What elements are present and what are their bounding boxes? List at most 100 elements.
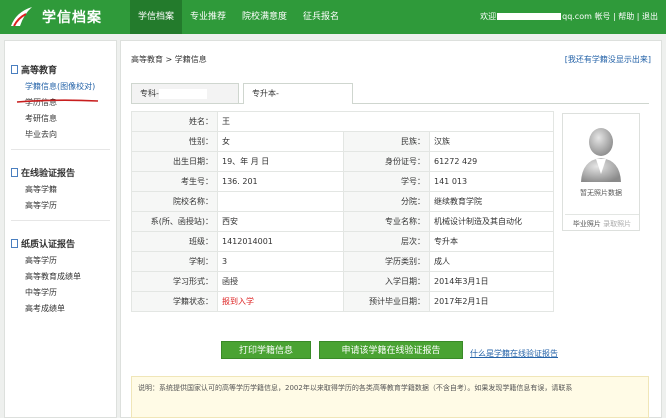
field-value: 西安: [217, 211, 344, 232]
tab-junior-college[interactable]: 专科-: [131, 83, 239, 103]
user-area: 欢迎 qq.com 帐号 | 帮助 | 退出: [480, 12, 658, 21]
main-content: 高等教育 > 学籍信息 [我还有学籍没显示出来] 专科- 专升本- 姓名：王性别…: [120, 40, 662, 418]
student-info-rows: 姓名：王性别：女民族： 汉族 出生日期： 19、年 月 日身份证号： 61272 429…: [131, 111, 555, 312]
field-label: 班级：: [131, 231, 218, 252]
annotation-underline: [16, 99, 99, 103]
field-value: 汉族: [428, 131, 555, 152]
nav-item-major-recommend[interactable]: 专业推荐: [182, 0, 234, 34]
field-value: 函授: [217, 271, 344, 292]
table-row: 出生日期： 19、年 月 日身份证号： 61272 429: [131, 151, 555, 172]
field-label: 考生号：: [131, 171, 218, 192]
photo-panel: 暂无照片数据 毕业照片 录取照片: [562, 113, 640, 231]
table-row: 系(所、函授站)： 西安 专业名称： 机械设计制造及其自动化: [131, 211, 555, 232]
sidebar: 高等教育 学籍信息(图像校对) 学历信息 考研信息 毕业去向 在线验证报告 高等…: [4, 40, 117, 418]
redacted-school: [158, 88, 207, 99]
logo-text: 学信档案: [42, 10, 102, 26]
table-row: 班级： 1412014001 层次： 专升本: [131, 231, 555, 252]
logo-icon: [11, 7, 32, 27]
sidebar-item-postgrad-info[interactable]: 考研信息: [5, 111, 116, 127]
field-label: 民族：: [343, 131, 430, 152]
no-photo-caption: 暂无照片数据: [580, 189, 622, 197]
record-tabs: 专科- 专升本-: [131, 81, 649, 104]
notice-box: 说明：系统提供国家认可的高等学历学籍信息，2002年以来取得学历的各类高等教育学…: [131, 376, 649, 418]
sidebar-item-student-status[interactable]: 学籍信息(图像校对): [5, 79, 116, 95]
field-value: 机械设计制造及其自动化: [428, 211, 555, 232]
graduation-photo-link[interactable]: 毕业照片: [573, 220, 601, 228]
document-icon: [11, 168, 18, 177]
admission-photo-link[interactable]: 录取照片: [603, 220, 631, 228]
sidebar-section-higher-education: 高等教育: [5, 63, 116, 76]
sidebar-item-paper-gaokao[interactable]: 高考成绩单: [5, 301, 116, 317]
top-bar: 学信档案 学信档案 专业推荐 院校满意度 征兵报名 欢迎 qq.com 帐号 | …: [0, 0, 666, 34]
field-value: 2014年3月1日: [428, 271, 555, 292]
field-label: 院校名称：: [131, 191, 218, 212]
document-icon: [11, 65, 18, 74]
main-nav: 学信档案 专业推荐 院校满意度 征兵报名: [130, 0, 347, 34]
field-value: 专升本: [428, 231, 555, 252]
field-value: 61272 429: [428, 151, 555, 172]
field-value: 136. 201: [217, 171, 344, 192]
nav-item-conscription[interactable]: 征兵报名: [295, 0, 347, 34]
avatar-placeholder-icon: [581, 128, 621, 182]
field-label: 学籍状态：: [131, 291, 218, 312]
logo[interactable]: 学信档案: [8, 4, 102, 30]
table-row: 姓名：王: [131, 111, 555, 132]
sidebar-section-paper-report: 纸质认证报告: [5, 237, 116, 250]
table-row: 性别：女民族： 汉族: [131, 131, 555, 152]
table-row: 考生号： 136. 201 学号： 141 013: [131, 171, 555, 192]
sidebar-item-online-degree[interactable]: 高等学历: [5, 198, 116, 214]
redacted-account: [497, 13, 562, 20]
account-link[interactable]: qq.com 帐号: [562, 12, 610, 21]
help-link[interactable]: 帮助: [618, 12, 634, 21]
welcome-text: 欢迎: [480, 12, 497, 21]
apply-verification-button[interactable]: 申请该学籍在线验证报告: [319, 341, 463, 359]
breadcrumb: 高等教育 > 学籍信息: [131, 55, 207, 64]
field-value: 2017年2月1日: [428, 291, 555, 312]
field-value: 王: [216, 111, 555, 132]
document-icon: [11, 239, 18, 248]
table-row: 院校名称： 分院： 继续教育学院: [131, 191, 555, 212]
print-record-button[interactable]: 打印学籍信息: [221, 341, 311, 359]
photo-links: 毕业照片 录取照片: [565, 214, 639, 229]
field-label: 学历类别：: [343, 251, 430, 272]
field-label: 系(所、函授站)：: [131, 211, 218, 232]
sidebar-divider: [11, 220, 110, 221]
table-row: 学籍状态： 报到入学 预计毕业日期： 2017年2月1日: [131, 291, 555, 312]
field-label: 学习形式：: [131, 271, 218, 292]
logout-link[interactable]: 退出: [642, 12, 658, 21]
field-label: 性别：: [131, 131, 218, 152]
field-value: 19、年 月 日: [217, 151, 344, 172]
sidebar-section-online-report: 在线验证报告: [5, 166, 116, 179]
sidebar-item-graduate-destination[interactable]: 毕业去向: [5, 127, 116, 143]
field-value: 1412014001: [217, 231, 344, 252]
sidebar-item-paper-secondary[interactable]: 中等学历: [5, 285, 116, 301]
status-value: 报到入学: [217, 291, 344, 312]
student-info-table: 姓名：王性别：女民族： 汉族 出生日期： 19、年 月 日身份证号： 61272 429…: [131, 111, 555, 312]
field-label: 身份证号：: [343, 151, 430, 172]
tab-upgrade-undergraduate[interactable]: 专升本-: [243, 83, 353, 104]
nav-item-school-satisfaction[interactable]: 院校满意度: [234, 0, 295, 34]
field-label: 预计毕业日期：: [343, 291, 430, 312]
field-label: 专业名称：: [343, 211, 430, 232]
field-value: 成人: [428, 251, 555, 272]
sidebar-item-paper-degree[interactable]: 高等学历: [5, 253, 116, 269]
what-is-verification-link[interactable]: 什么是学籍在线验证报告: [470, 348, 558, 359]
missing-record-link[interactable]: [我还有学籍没显示出来]: [565, 54, 651, 65]
table-row: 学习形式： 函授 入学日期： 2014年3月1日: [131, 271, 555, 292]
field-label: 分院：: [343, 191, 430, 212]
field-label: 入学日期：: [343, 271, 430, 292]
sidebar-divider: [11, 149, 110, 150]
table-row: 学制： 3 学历类别： 成人: [131, 251, 555, 272]
nav-item-archive[interactable]: 学信档案: [130, 0, 183, 34]
field-value: 141 013: [428, 171, 555, 192]
field-label: 姓名：: [131, 111, 218, 132]
sidebar-item-paper-transcript[interactable]: 高等教育成绩单: [5, 269, 116, 285]
field-value: 继续教育学院: [428, 191, 555, 212]
field-value: 女: [217, 131, 344, 152]
field-label: 层次：: [343, 231, 430, 252]
sidebar-item-online-student-status[interactable]: 高等学籍: [5, 182, 116, 198]
field-label: 学号：: [343, 171, 430, 192]
field-label: 学制：: [131, 251, 218, 272]
field-label: 出生日期：: [131, 151, 218, 172]
field-value: 3: [217, 251, 344, 272]
